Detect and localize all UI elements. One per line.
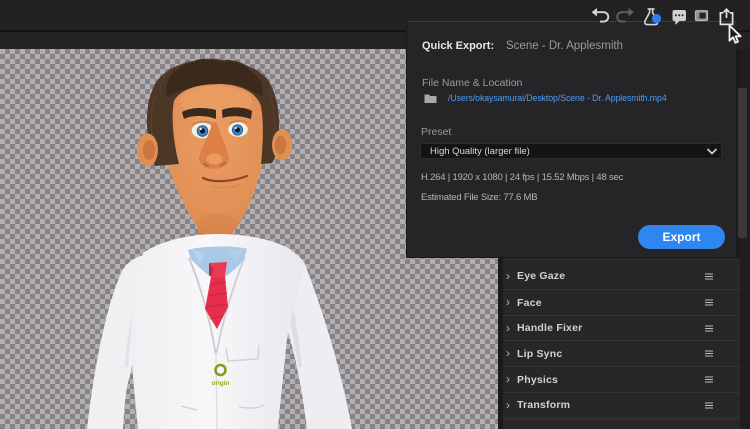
svg-text:origin: origin xyxy=(211,380,229,387)
